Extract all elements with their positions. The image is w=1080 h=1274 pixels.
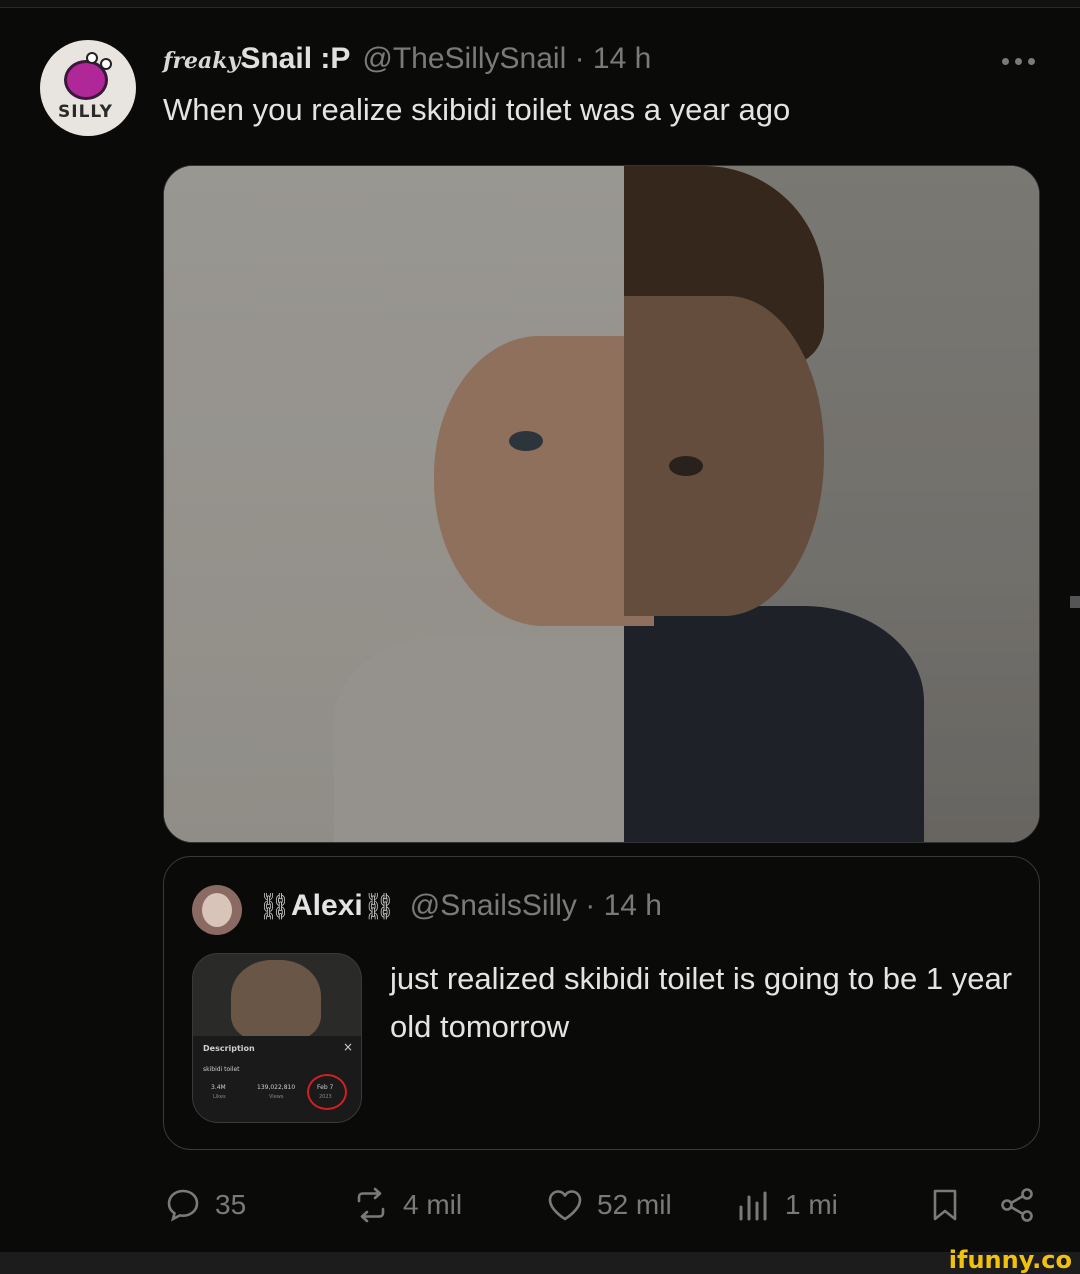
quoted-author-handle[interactable]: @SnailsSilly · 14 h xyxy=(410,889,662,923)
reply-button[interactable]: 35 xyxy=(163,1178,246,1232)
analytics-icon xyxy=(739,1191,767,1221)
repost-icon xyxy=(357,1187,385,1223)
bookmark-button[interactable] xyxy=(925,1178,965,1232)
ifunny-watermark: ifunny.co xyxy=(948,1246,1072,1274)
views-count: 1 mi xyxy=(785,1189,838,1220)
chain-icon: ⛓ xyxy=(258,892,292,922)
tweet-header: freaky Snail :P @TheSillySnail · 14 h xyxy=(163,42,651,82)
more-options-icon[interactable] xyxy=(996,50,1040,72)
share-icon xyxy=(1001,1188,1033,1222)
thumb-likes-label: Likes xyxy=(213,1094,226,1100)
snail-eye-icon xyxy=(100,58,112,70)
tweet-media-image[interactable] xyxy=(163,165,1040,843)
author-name[interactable]: Snail :P xyxy=(240,42,350,76)
author-name-prefix: freaky xyxy=(163,48,241,74)
avatar-label: SILLY xyxy=(58,102,113,122)
reply-icon xyxy=(167,1189,199,1222)
share-button[interactable] xyxy=(997,1178,1037,1232)
author-avatar[interactable]: SILLY xyxy=(40,40,136,136)
top-divider xyxy=(0,0,1080,8)
repost-count: 4 mil xyxy=(403,1189,463,1220)
thumb-likes: 3.4M xyxy=(211,1084,226,1091)
thumb-views-label: Views xyxy=(269,1094,284,1100)
author-handle[interactable]: @TheSillySnail · 14 h xyxy=(362,42,651,76)
tweet-action-bar: 35 4 mil 52 mil 1 mi xyxy=(163,1178,1040,1232)
highlight-circle xyxy=(307,1074,347,1110)
views-button[interactable]: 1 mi xyxy=(733,1178,838,1232)
bookmark-icon xyxy=(933,1189,957,1221)
tweet-text: When you realize skibidi toilet was a ye… xyxy=(163,92,791,127)
thumb-close-icon: × xyxy=(343,1040,354,1054)
repost-button[interactable]: 4 mil xyxy=(351,1178,462,1232)
snail-eye-icon xyxy=(86,52,98,64)
thumb-views: 139,022,810 xyxy=(257,1084,296,1091)
like-count: 52 mil xyxy=(597,1189,672,1220)
quoted-author-name[interactable]: Alexi xyxy=(291,889,363,923)
media-dim-overlay xyxy=(164,166,1039,842)
thumb-title: skibidi toilet xyxy=(203,1066,240,1073)
quoted-header: ⛓ Alexi ⛓ @SnailsSilly · 14 h xyxy=(258,889,662,923)
heart-icon xyxy=(548,1190,582,1221)
footer-bar xyxy=(0,1252,1080,1274)
thumbnail-face xyxy=(231,960,321,1040)
chain-icon: ⛓ xyxy=(362,892,396,922)
thumb-description-label: Description xyxy=(203,1044,255,1053)
quoted-media-thumbnail[interactable]: Description × skibidi toilet 3.4M Likes … xyxy=(192,953,362,1123)
like-button[interactable]: 52 mil xyxy=(545,1178,672,1232)
scroll-indicator xyxy=(1070,596,1080,608)
quoted-avatar[interactable] xyxy=(192,885,242,935)
quoted-tweet-text: just realized skibidi toilet is going to… xyxy=(390,961,1013,1044)
quoted-tweet[interactable]: ⛓ Alexi ⛓ @SnailsSilly · 14 h Descriptio… xyxy=(163,856,1040,1150)
reply-count: 35 xyxy=(215,1189,247,1220)
